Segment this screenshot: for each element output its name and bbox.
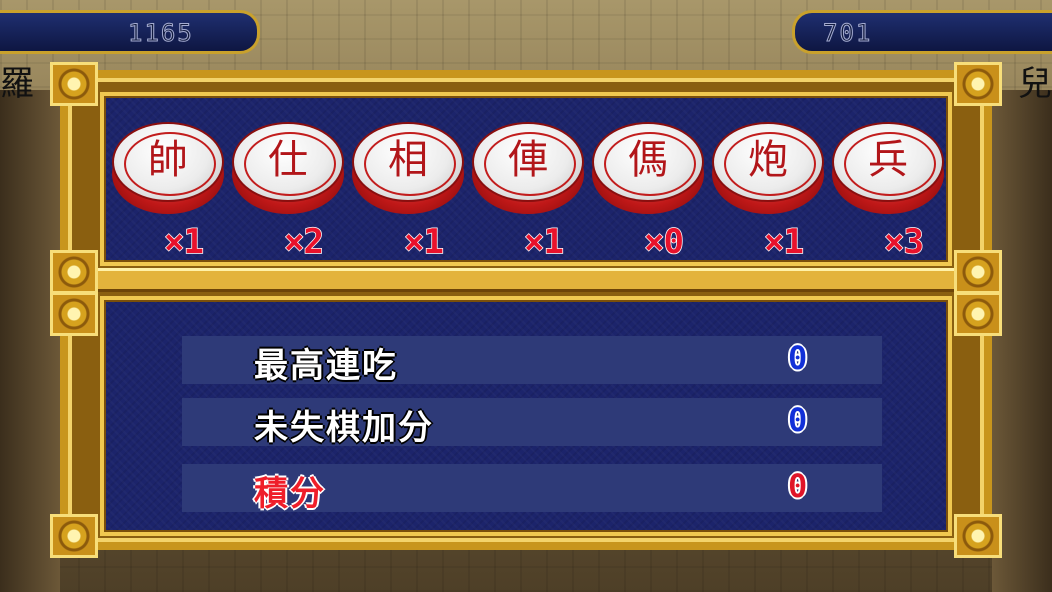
stat-label: 未失棋加分 (254, 408, 434, 448)
player-score-bar: 1165 (0, 10, 260, 54)
corner-ornament (50, 514, 98, 558)
piece-count: ×1 (523, 221, 564, 263)
stat-value: 0 (788, 339, 808, 377)
piece-label: 俥 (508, 137, 548, 183)
stat-value: 0 (788, 467, 808, 505)
piece-count: ×1 (763, 221, 804, 263)
piece-shi: 仕 (232, 122, 344, 214)
piece-count: ×1 (403, 221, 444, 263)
piece-ju: 俥 (472, 122, 584, 214)
result-dialog: 帥 仕 相 俥 傌 炮 兵 ×1 ×2 ×1 ×1 ×0 ×1 ×3 最高連吃 … (50, 62, 1002, 558)
piece-count: ×1 (163, 221, 204, 263)
stat-row-no-loss-bonus: 未失棋加分 0 (182, 398, 882, 448)
stat-value: 0 (788, 401, 808, 439)
piece-shuai: 帥 (112, 122, 224, 214)
captured-pieces-section: 帥 仕 相 俥 傌 炮 兵 ×1 ×2 ×1 ×1 ×0 ×1 ×3 (100, 92, 952, 266)
section-divider (96, 268, 956, 292)
stat-label: 積分 (254, 474, 326, 514)
stat-label: 最高連吃 (254, 346, 398, 386)
corner-ornament (50, 62, 98, 106)
piece-ma: 傌 (592, 122, 704, 214)
corner-ornament (50, 292, 98, 336)
player-name-partial: 羅 (0, 64, 34, 104)
piece-label: 炮 (748, 137, 788, 183)
corner-ornament (954, 62, 1002, 106)
stat-row-total-score: 積分 0 (182, 464, 882, 514)
piece-label: 傌 (628, 137, 668, 183)
captured-pieces-list: 帥 仕 相 俥 傌 炮 兵 (104, 122, 948, 232)
piece-pao: 炮 (712, 122, 824, 214)
piece-xiang: 相 (352, 122, 464, 214)
corner-ornament (954, 292, 1002, 336)
piece-label: 兵 (868, 137, 908, 183)
opponent-score: 701 (822, 19, 873, 48)
piece-count: ×2 (283, 221, 324, 263)
opponent-name-partial: 兒 (1018, 64, 1052, 104)
piece-label: 帥 (148, 137, 188, 183)
player-score: 1165 (128, 19, 194, 48)
score-summary-section: 最高連吃 0 未失棋加分 0 積分 0 (100, 296, 952, 536)
piece-label: 相 (388, 137, 428, 183)
piece-count: ×3 (883, 221, 924, 263)
stat-row-max-combo: 最高連吃 0 (182, 336, 882, 386)
corner-ornament (954, 250, 1002, 294)
piece-bing: 兵 (832, 122, 944, 214)
corner-ornament (954, 514, 1002, 558)
piece-count: ×0 (643, 221, 684, 263)
corner-ornament (50, 250, 98, 294)
piece-label: 仕 (268, 137, 308, 183)
opponent-score-bar: 701 (792, 10, 1052, 54)
